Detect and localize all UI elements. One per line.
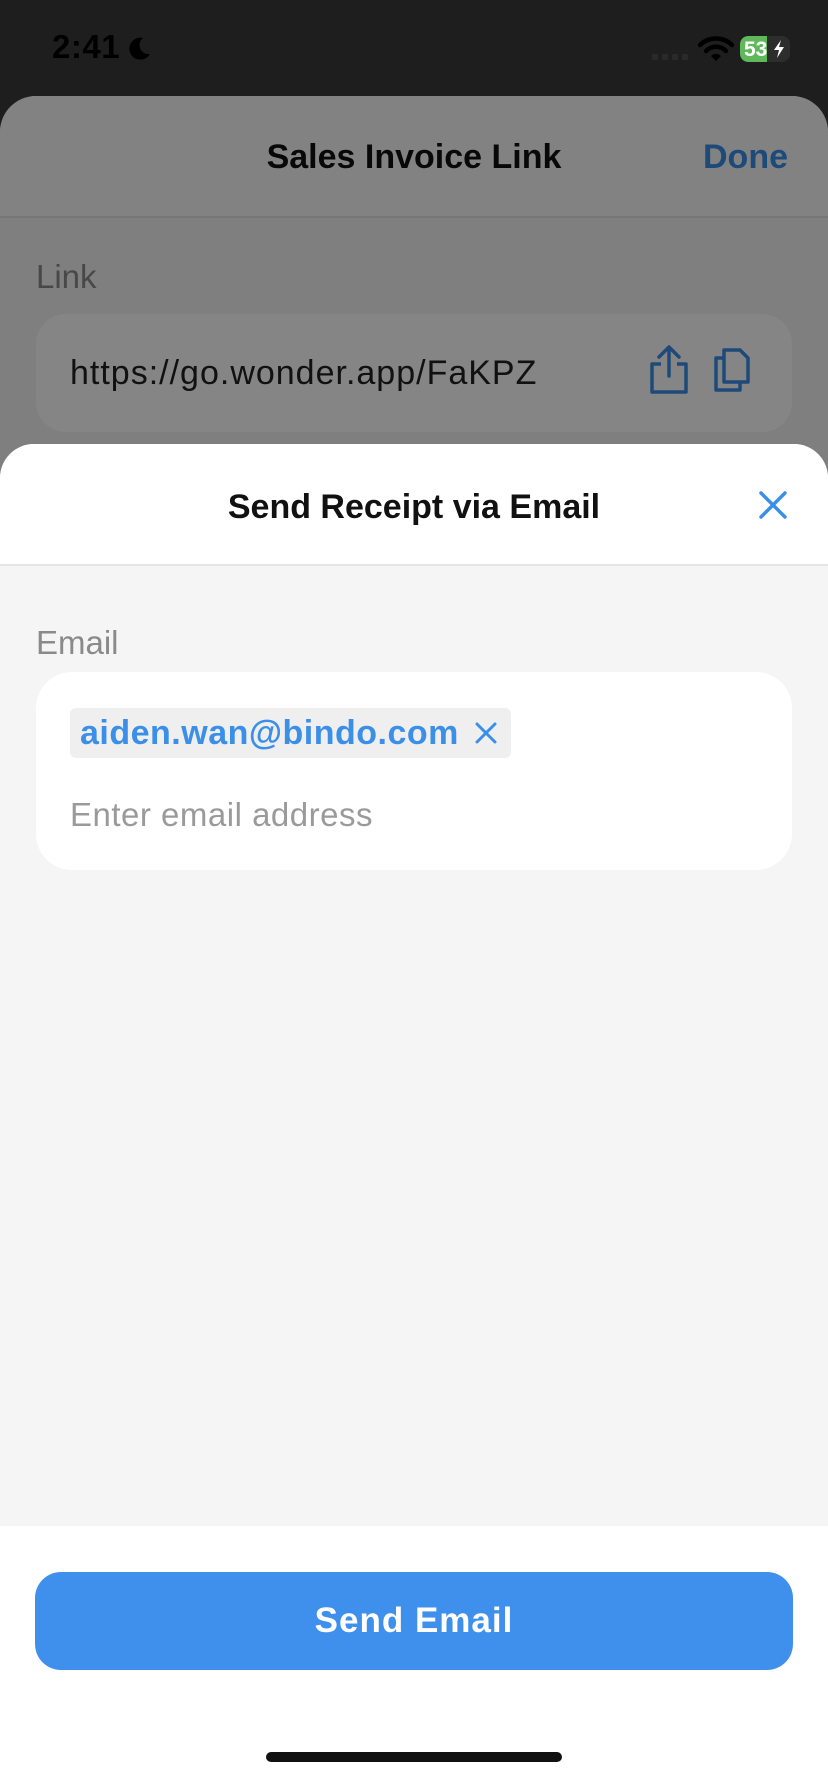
status-bar: 2:41 53 [0,0,828,100]
battery-percentage: 53 [744,38,768,61]
email-chip[interactable]: aiden.wan@bindo.com [70,708,511,758]
wifi-icon [698,36,734,61]
bolt-icon [774,40,784,58]
email-label: Email [36,624,119,661]
home-indicator[interactable] [266,1752,562,1762]
send-email-button[interactable]: Send Email [35,1572,793,1670]
moon-icon [129,37,150,60]
close-icon[interactable] [758,490,788,520]
modal-footer: Send Email [0,1526,828,1792]
email-input[interactable] [70,792,750,838]
send-receipt-modal: Send Receipt via Email Email aiden.wan@b… [0,444,828,1792]
modal-header: Send Receipt via Email [0,444,828,566]
email-field: aiden.wan@bindo.com [36,672,792,870]
chip-remove-icon[interactable] [475,722,497,744]
battery-icon: 53 [740,36,790,62]
signal-icon [652,54,688,60]
email-chip-text: aiden.wan@bindo.com [80,713,459,752]
modal-title: Send Receipt via Email [227,488,601,526]
status-time: 2:41 [52,28,121,65]
